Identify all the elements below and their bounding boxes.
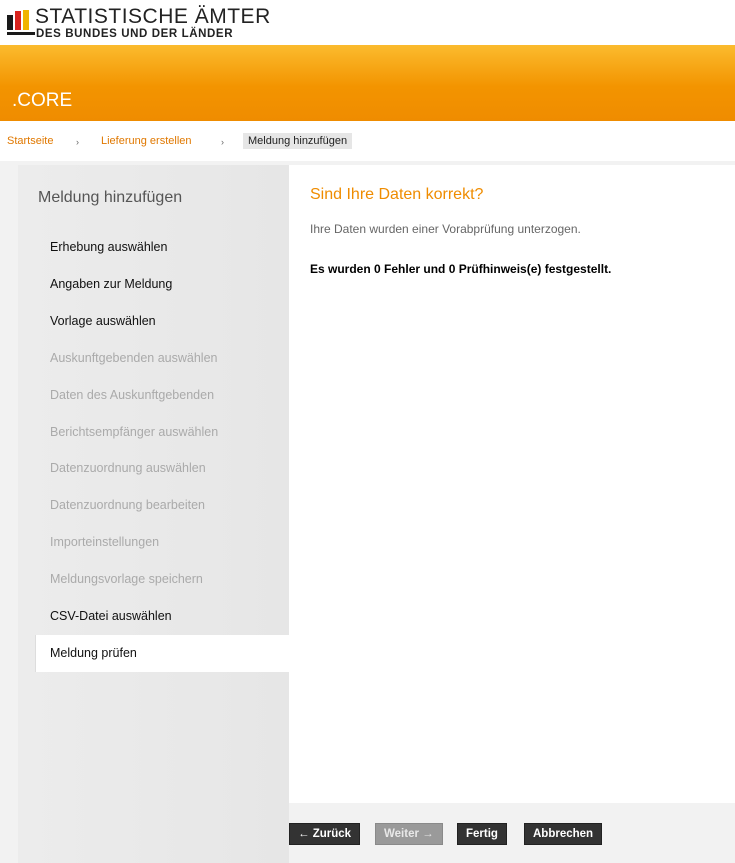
arrow-left-icon: ← — [298, 828, 310, 840]
sidebar-step-9: Importeinstellungen — [50, 535, 160, 550]
content-frame: Meldung hinzufügen Erhebung auswählen Ang… — [18, 165, 735, 863]
next-button-label: Weiter — [384, 828, 419, 840]
sidebar-step-5: Daten des Auskunftgebenden — [50, 387, 215, 402]
page-subtitle: Ihre Daten wurden einer Vorabprüfung unt… — [310, 222, 581, 236]
arrow-right-icon: → — [422, 828, 434, 840]
sidebar-step-10: Meldungsvorlage speichern — [50, 572, 203, 587]
sidebar-step-12[interactable]: Meldung prüfen — [36, 634, 289, 672]
finish-button-label: Fertig — [466, 828, 498, 840]
cancel-button[interactable]: Abbrechen — [524, 823, 603, 845]
app-header: .CORE — [0, 45, 735, 121]
breadcrumb-link-lieferung-erstellen[interactable]: Lieferung erstellen — [101, 135, 192, 147]
breadcrumb: Startseite › Lieferung erstellen › Meldu… — [0, 121, 735, 161]
chevron-right-icon: › — [76, 137, 79, 147]
main-panel: Sind Ihre Daten korrekt? Ihre Daten wurd… — [289, 165, 735, 803]
sidebar-step-7: Datenzuordnung auswählen — [50, 461, 206, 476]
wizard-sidebar: Meldung hinzufügen Erhebung auswählen Ang… — [18, 165, 289, 863]
breadcrumb-link-startseite[interactable]: Startseite — [7, 135, 53, 147]
back-button-label: Zurück — [312, 828, 352, 840]
sidebar-step-3[interactable]: Vorlage auswählen — [18, 303, 289, 340]
cancel-button-label: Abbrechen — [533, 828, 594, 840]
sidebar-step-8: Datenzuordnung bearbeiten — [50, 498, 205, 513]
sidebar-step-2[interactable]: Angaben zur Meldung — [18, 266, 289, 303]
chevron-right-icon: › — [221, 137, 224, 147]
sidebar-step-6: Berichtsempfänger auswählen — [50, 424, 219, 439]
sidebar-step-1[interactable]: Erhebung auswählen — [18, 229, 289, 266]
logo-bar: STATISTISCHE ÄMTER DES BUNDES UND DER LÄ… — [0, 0, 735, 45]
finish-button[interactable]: Fertig — [457, 823, 507, 845]
page-title: Sind Ihre Daten korrekt? — [310, 186, 484, 203]
validation-message: Es wurden 0 Fehler und 0 Prüfhinweis(e) … — [310, 262, 612, 276]
back-button[interactable]: ← Zurück — [289, 823, 361, 845]
brand-line-2: DES BUNDES UND DER LÄNDER — [36, 28, 234, 40]
app-title: .CORE — [12, 90, 73, 111]
statistics-logo-icon — [7, 10, 35, 36]
button-bar: ← Zurück Weiter → Fertig Abbrechen — [289, 803, 735, 863]
sidebar-step-11[interactable]: CSV-Datei auswählen — [18, 598, 289, 635]
next-button[interactable]: Weiter → — [375, 823, 443, 845]
sidebar-step-4: Auskunftgebenden auswählen — [50, 350, 218, 365]
brand-line-1: STATISTISCHE ÄMTER — [35, 5, 271, 28]
breadcrumb-current: Meldung hinzufügen — [243, 133, 353, 149]
sidebar-title: Meldung hinzufügen — [38, 189, 183, 206]
